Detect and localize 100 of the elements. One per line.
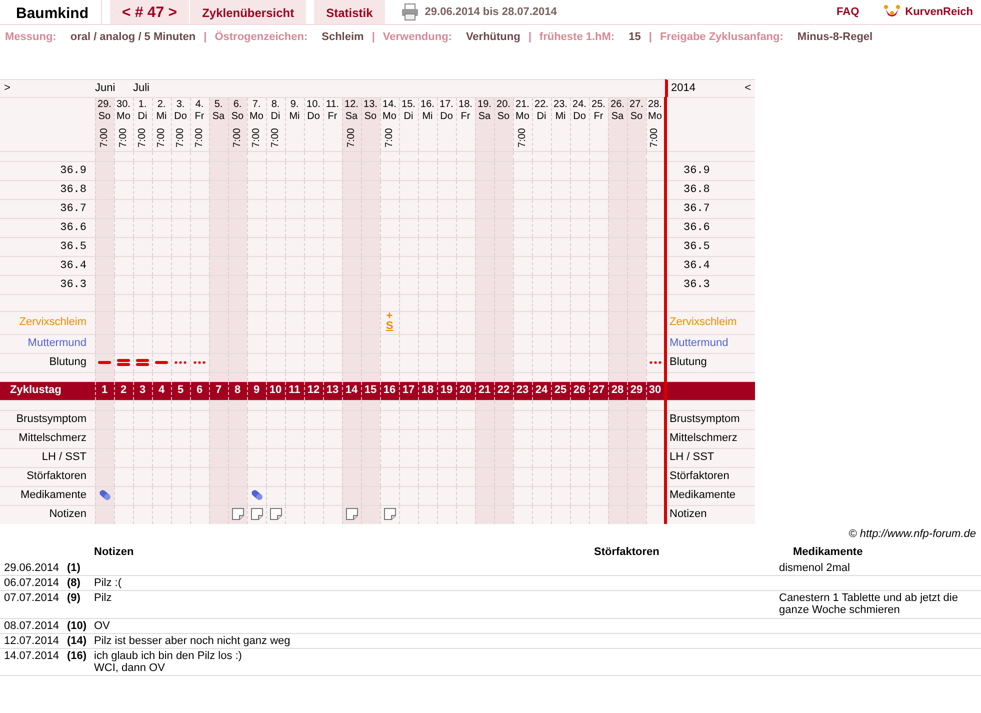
day-header[interactable]: 1. Di 7:00 xyxy=(133,98,152,152)
date-text: 07.07.2014 xyxy=(4,592,60,604)
row-label: LH / SST xyxy=(670,451,714,464)
setting-label: Messung: xyxy=(5,30,56,45)
temperature-label: 36.4 xyxy=(682,260,710,272)
setting-label: Freigabe Zyklusanfang: xyxy=(660,30,784,45)
temperature-label: 36.3 xyxy=(60,279,86,292)
printer-icon[interactable] xyxy=(400,3,419,21)
month-label: Juni xyxy=(95,82,116,94)
setting-label: Östrogenzeichen: xyxy=(214,30,308,45)
month-label: Juli xyxy=(133,82,150,94)
separator: | xyxy=(648,30,652,45)
separator: | xyxy=(204,30,207,45)
temperature-label: 36.8 xyxy=(682,184,710,196)
day-header[interactable]: 27. So xyxy=(627,98,646,152)
temperature-label: 36.5 xyxy=(682,241,710,254)
day-header[interactable]: 12. Sa 7:00 xyxy=(342,98,361,152)
temperature-label: 36.7 xyxy=(60,203,86,216)
date-text: 06.07.2014 xyxy=(4,577,60,590)
note-text: WCI, dann OV xyxy=(94,662,166,674)
date-range: 29.06.2014 bis 28.07.2014 xyxy=(424,4,557,20)
cycle-day-text: (8) xyxy=(67,577,80,590)
day-header[interactable]: 5. Sa xyxy=(209,98,228,152)
year-label: 2014 xyxy=(671,82,696,96)
column-header: Medikamente xyxy=(793,546,863,558)
separator: | xyxy=(528,30,532,45)
day-header[interactable]: 3. Do 7:00 xyxy=(171,98,190,152)
setting-value: Minus-8-Regel xyxy=(797,30,873,45)
note-text: Pilz xyxy=(94,592,113,604)
setting-label: Verwendung: xyxy=(382,30,452,45)
note-icon[interactable] xyxy=(232,508,244,520)
setting-value: oral / analog / 5 Minuten xyxy=(70,30,196,45)
row-label: Brustsymptom xyxy=(16,413,86,426)
day-header[interactable]: 29. So 7:00 xyxy=(95,98,114,152)
temperature-label: 36.9 xyxy=(682,165,710,178)
row-label: Störfaktoren xyxy=(670,470,730,482)
day-header[interactable]: 20. So xyxy=(494,98,513,152)
collapse-arrow[interactable]: > xyxy=(4,82,10,94)
temperature-label: 36.5 xyxy=(60,241,86,254)
day-header[interactable]: 9. Mi xyxy=(285,98,304,152)
cycle-day-label: Zyklustag xyxy=(10,384,62,398)
row-label: Störfaktoren xyxy=(26,470,86,482)
day-header[interactable]: 14. Mo 7:00 xyxy=(380,98,399,152)
column-header: Notizen xyxy=(94,546,134,558)
row-label: Medikamente xyxy=(670,489,736,502)
cycle-day-text: (16) xyxy=(67,650,87,662)
temperature-label: 36.7 xyxy=(682,203,710,216)
faq-link[interactable]: FAQ xyxy=(836,4,860,20)
row-label: Notizen xyxy=(49,508,86,520)
temperature-label: 36.6 xyxy=(60,222,86,234)
day-header[interactable]: 13. So xyxy=(361,98,380,152)
setting-label: früheste 1.hM: xyxy=(539,30,615,45)
day-header[interactable]: 21. Mo 7:00 xyxy=(513,98,532,152)
temperature-label: 36.6 xyxy=(682,222,710,234)
day-header[interactable]: 30. Mo 7:00 xyxy=(114,98,133,152)
row-label: Blutung xyxy=(49,356,86,368)
setting-value: Verhütung xyxy=(466,30,520,45)
separator: | xyxy=(372,30,375,45)
date-text: 29.06.2014 xyxy=(4,562,60,574)
day-header[interactable]: 8. Di 7:00 xyxy=(266,98,285,152)
day-header[interactable]: 19. Sa xyxy=(475,98,494,152)
temperature-label: 36.8 xyxy=(60,184,86,196)
copyright-text: © http://www.nfp-forum.de xyxy=(848,528,976,540)
cycle-day-text: (1) xyxy=(67,562,80,574)
row-label: Zervixschleim xyxy=(670,316,737,328)
cycle-day-text: (14) xyxy=(67,634,87,647)
date-text: 08.07.2014 xyxy=(4,620,60,632)
date-text: 14.07.2014 xyxy=(4,650,60,662)
date-text: 12.07.2014 xyxy=(4,634,60,647)
day-header[interactable]: 26. Sa xyxy=(608,98,627,152)
expand-arrow[interactable]: < xyxy=(744,82,751,96)
note-text: Pilz :( xyxy=(94,577,122,590)
nav-tab[interactable]: Zyklenübersicht xyxy=(190,0,306,24)
day-header[interactable]: 16. Mi xyxy=(418,98,437,152)
day-header[interactable]: 23. Mi xyxy=(551,98,570,152)
day-header[interactable]: 6. So 7:00 xyxy=(228,98,247,152)
note-icon[interactable] xyxy=(384,508,396,520)
day-header[interactable]: 28. Mo 7:00 xyxy=(646,98,665,152)
setting-value: Schleim xyxy=(322,30,364,45)
row-label: Mittelschmerz xyxy=(670,432,738,444)
day-header[interactable]: 10. Do xyxy=(304,98,323,152)
day-header[interactable]: 24. Do xyxy=(570,98,589,152)
column-header: Störfaktoren xyxy=(594,546,660,558)
day-header[interactable]: 7. Mo 7:00 xyxy=(247,98,266,152)
nav-tab[interactable]: Statistik xyxy=(314,0,385,24)
medication-text: dismenol 2mal xyxy=(779,562,851,574)
day-header[interactable]: 17. Do xyxy=(437,98,456,152)
note-icon[interactable] xyxy=(270,508,282,520)
note-icon[interactable] xyxy=(346,508,358,520)
note-text: ich glaub ich bin den Pilz los :) xyxy=(94,650,243,662)
note-icon[interactable] xyxy=(250,508,262,520)
row-label: Notizen xyxy=(670,508,707,520)
cycle-nav-button[interactable]: < # 47 > xyxy=(110,0,190,24)
row-label: Muttermund xyxy=(28,337,86,350)
logo-text: KurvenReich xyxy=(905,4,973,20)
day-header[interactable]: 15. Di xyxy=(399,98,418,152)
day-header[interactable]: 2. Mi 7:00 xyxy=(152,98,171,152)
row-label: Blutung xyxy=(670,356,707,368)
day-header[interactable]: 22. Di xyxy=(532,98,551,152)
setting-value: 15 xyxy=(628,30,641,45)
